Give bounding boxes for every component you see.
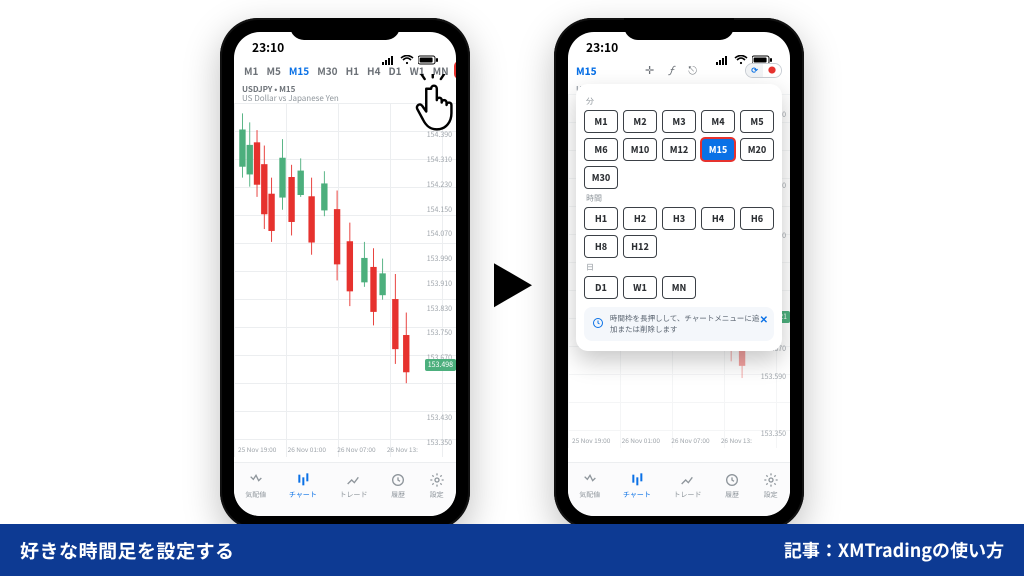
status-icons xyxy=(716,46,772,56)
tf-D1[interactable]: D1 xyxy=(584,276,618,299)
nav-quotes[interactable]: 気配値 xyxy=(245,472,266,500)
tf-M2[interactable]: M2 xyxy=(623,110,657,133)
tf-H12[interactable]: H12 xyxy=(623,235,657,258)
tf-M20[interactable]: M20 xyxy=(740,138,774,161)
nav-history[interactable]: 履歴 xyxy=(390,472,406,500)
nav-chart[interactable]: チャート xyxy=(623,472,651,500)
candlesticks xyxy=(237,107,419,441)
section-minutes: 分 xyxy=(586,96,772,107)
tf-M12[interactable]: M12 xyxy=(662,138,696,161)
tf-MN[interactable]: MN xyxy=(662,276,696,299)
tf-M30[interactable]: M30 xyxy=(584,166,618,189)
wifi-icon xyxy=(400,46,414,56)
phone-before: 23:10 M1 M5 M15 M30 H1 H4 D1 W1 MN … xyxy=(220,18,470,530)
banner-right: 記事：XMTradingの使い方 xyxy=(784,537,1004,563)
nav-settings[interactable]: 設定 xyxy=(429,472,445,500)
nav-settings[interactable]: 設定 xyxy=(763,472,779,500)
tf-M3[interactable]: M3 xyxy=(662,110,696,133)
tutorial-stage: 23:10 M1 M5 M15 M30 H1 H4 D1 W1 MN … xyxy=(0,0,1024,576)
section-days: 日 xyxy=(586,262,772,273)
status-time: 23:10 xyxy=(252,39,284,56)
tf-M1[interactable]: M1 xyxy=(241,61,261,80)
nav-chart[interactable]: チャート xyxy=(289,472,317,500)
caption-banner: 好きな時間足を設定する 記事：XMTradingの使い方 xyxy=(0,524,1024,576)
minutes-row3: M30 xyxy=(584,166,774,189)
tf-W1[interactable]: W1 xyxy=(407,61,428,80)
hours-row1: H1 H2 H3 H4 H6 xyxy=(584,207,774,230)
notch xyxy=(624,18,734,40)
screen-after: 23:10 M15 ✛ ƒ ⎋ ⟳ ● xyxy=(568,32,790,516)
tf-MN[interactable]: MN xyxy=(430,61,452,80)
hours-row2: H8 H12 xyxy=(584,235,774,258)
screen-before: 23:10 M1 M5 M15 M30 H1 H4 D1 W1 MN … xyxy=(234,32,456,516)
current-tf[interactable]: M15 xyxy=(576,63,597,78)
tf-H8[interactable]: H8 xyxy=(584,235,618,258)
tf-H4[interactable]: H4 xyxy=(701,207,735,230)
battery-icon xyxy=(752,46,772,56)
popover-hint: 時間枠を長押しして、チャートメニューに追加または削除します ✕ xyxy=(584,307,774,341)
status-icons xyxy=(382,46,438,56)
nav-quotes[interactable]: 気配値 xyxy=(579,472,600,500)
price-badge: 153.498 xyxy=(425,359,456,371)
timeframe-popover: 分 M1 M2 M3 M4 M5 M6 M10 M12 M15 M20 M30 xyxy=(576,84,782,351)
tf-H6[interactable]: H6 xyxy=(740,207,774,230)
tf-M6[interactable]: M6 xyxy=(584,138,618,161)
nav-trade[interactable]: トレード xyxy=(673,472,701,500)
tf-H2[interactable]: H2 xyxy=(623,207,657,230)
tf-H4[interactable]: H4 xyxy=(364,61,383,80)
tool-row: M15 ✛ ƒ ⎋ ⟳ ● xyxy=(568,58,790,82)
tf-M15-selected[interactable]: M15 xyxy=(701,138,735,161)
tf-M10[interactable]: M10 xyxy=(623,138,657,161)
x-axis: 25 Nov 19:00 26 Nov 01:00 26 Nov 07:00 2… xyxy=(568,435,756,448)
nav-trade[interactable]: トレード xyxy=(339,472,367,500)
indicator-icon[interactable]: ƒ xyxy=(668,62,674,78)
minutes-row2: M6 M10 M12 M15 M20 xyxy=(584,138,774,161)
chart-area[interactable]: 154.470 154.390 154.310 154.230 154.150 … xyxy=(234,103,456,457)
notch xyxy=(290,18,400,40)
bottom-nav: 気配値 チャート トレード 履歴 設定 xyxy=(234,462,456,516)
signal-icon xyxy=(716,46,730,56)
pair-label: USDJPY • M15 US Dollar vs Japanese Yen xyxy=(234,82,456,103)
crosshair-icon[interactable]: ✛ xyxy=(645,62,654,78)
x-axis: 25 Nov 19:00 26 Nov 01:00 26 Nov 07:00 2… xyxy=(234,444,422,457)
pill-left[interactable]: ⟳ xyxy=(746,64,763,77)
minutes-row1: M1 M2 M3 M4 M5 xyxy=(584,110,774,133)
tf-M30[interactable]: M30 xyxy=(314,61,340,80)
hint-text: 時間枠を長押しして、チャートメニューに追加または削除します xyxy=(610,313,766,335)
hint-close-button[interactable]: ✕ xyxy=(760,311,768,326)
object-icon[interactable]: ⎋ xyxy=(688,62,697,78)
tf-W1[interactable]: W1 xyxy=(623,276,657,299)
tf-M5[interactable]: M5 xyxy=(740,110,774,133)
pill-right[interactable]: ● xyxy=(763,64,781,77)
mode-pill[interactable]: ⟳ ● xyxy=(745,63,782,78)
banner-left: 好きな時間足を設定する xyxy=(20,537,235,564)
days-row: D1 W1 MN xyxy=(584,276,774,299)
timeframe-row: M1 M5 M15 M30 H1 H4 D1 W1 MN … xyxy=(234,58,456,82)
tf-more-button[interactable]: … xyxy=(454,61,456,79)
section-hours: 時間 xyxy=(586,193,772,204)
tf-H1[interactable]: H1 xyxy=(343,61,362,80)
bottom-nav: 気配値 チャート トレード 履歴 設定 xyxy=(568,462,790,516)
tf-M15[interactable]: M15 xyxy=(286,61,312,80)
signal-icon xyxy=(382,46,396,56)
tf-M1[interactable]: M1 xyxy=(584,110,618,133)
battery-icon xyxy=(418,46,438,56)
status-time: 23:10 xyxy=(586,39,618,56)
clock-icon xyxy=(592,317,604,332)
tf-M4[interactable]: M4 xyxy=(701,110,735,133)
tf-D1[interactable]: D1 xyxy=(386,61,405,80)
tf-H1[interactable]: H1 xyxy=(584,207,618,230)
tf-H3[interactable]: H3 xyxy=(662,207,696,230)
wifi-icon xyxy=(734,46,748,56)
tf-M5[interactable]: M5 xyxy=(263,61,283,80)
nav-history[interactable]: 履歴 xyxy=(724,472,740,500)
arrow-icon xyxy=(484,257,540,313)
phone-after: 23:10 M15 ✛ ƒ ⎋ ⟳ ● xyxy=(554,18,804,530)
